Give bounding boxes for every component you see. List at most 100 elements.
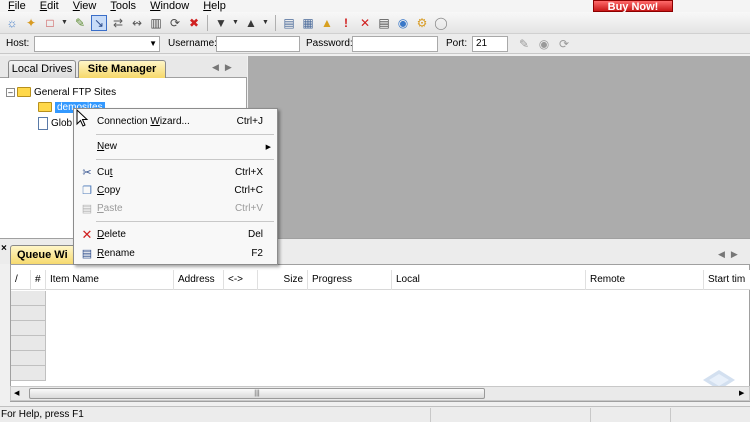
- upload-icon[interactable]: ▲: [243, 15, 259, 31]
- rename-icon: ▤: [81, 248, 93, 260]
- menu-item-new[interactable]: New ▶: [74, 137, 277, 156]
- download-icon[interactable]: ▼: [213, 15, 229, 31]
- host-field[interactable]: ▼: [34, 36, 160, 52]
- tab-nav-arrows[interactable]: ◀▶: [212, 62, 238, 73]
- tree-node-global[interactable]: Glob: [38, 116, 72, 130]
- shortcut-label: Ctrl+J: [236, 116, 263, 127]
- menu-item-rename[interactable]: ▤ Rename F2: [74, 244, 277, 263]
- tree-node-label: General FTP Sites: [34, 86, 117, 98]
- chevron-down-icon[interactable]: ▼: [149, 37, 157, 51]
- quick-connect-icon[interactable]: ✦: [23, 15, 39, 31]
- column-header[interactable]: <->: [224, 270, 258, 290]
- stop-icon[interactable]: ✖: [186, 15, 202, 31]
- folder-icon: [38, 102, 52, 112]
- menu-edit[interactable]: Edit: [32, 0, 65, 12]
- chevron-down-icon[interactable]: ▼: [232, 19, 240, 26]
- column-header[interactable]: Size: [258, 270, 308, 290]
- scissors-icon: ✂: [82, 167, 92, 179]
- scroll-right-icon[interactable]: ▶: [739, 387, 744, 400]
- shortcut-label: Del: [247, 229, 263, 240]
- menu-item-connection-wizard[interactable]: Connection Wizard... Ctrl+J: [74, 112, 277, 131]
- host-label: Host:: [6, 38, 30, 49]
- document-icon: [38, 116, 48, 130]
- log-icon[interactable]: ▤: [376, 15, 392, 31]
- menu-tools[interactable]: Tools: [102, 0, 142, 12]
- queue-list: / # Item Name Address <-> Size Progress …: [10, 264, 750, 402]
- status-bar: For Help, press F1: [0, 406, 750, 422]
- delete-x-icon: ✕: [81, 226, 93, 242]
- bin-icon[interactable]: ▥: [148, 15, 164, 31]
- edit-icon[interactable]: ✎: [72, 15, 88, 31]
- copy-icon: ❐: [82, 185, 92, 197]
- toolbar-separator: [207, 14, 208, 31]
- properties-icon[interactable]: ▤: [281, 15, 297, 31]
- column-header[interactable]: /: [11, 270, 31, 290]
- collapse-icon[interactable]: –: [6, 87, 15, 97]
- tree-node-general-ftp-sites[interactable]: – General FTP Sites: [6, 85, 116, 99]
- toolbar: ☼ ✦ □ ▼ ✎ ↘ ⇄ ↭ ▥ ⟳ ✖ ▼ ▼ ▲ ▼ ▤ ▦ ▲ ! ✕ …: [0, 12, 750, 34]
- tab-local-drives[interactable]: Local Drives: [8, 60, 76, 78]
- horizontal-scrollbar[interactable]: ◀ ||| ▶: [10, 386, 750, 401]
- submenu-arrow-icon: ▶: [265, 143, 271, 151]
- column-header[interactable]: Progress: [308, 270, 392, 290]
- tab-nav-arrows[interactable]: ◀▶: [718, 249, 744, 260]
- connect-icon[interactable]: ☼: [4, 15, 20, 31]
- schedule-icon[interactable]: ▦: [300, 15, 316, 31]
- menu-item-label: Cut: [97, 167, 113, 178]
- menu-window[interactable]: Window: [142, 0, 195, 12]
- column-header[interactable]: Start tim: [704, 270, 750, 290]
- menu-item-label: Connection Wizard...: [97, 116, 190, 127]
- compare-icon[interactable]: ↭: [129, 15, 145, 31]
- status-pane: [430, 408, 590, 422]
- close-icon[interactable]: ×: [1, 243, 7, 254]
- table-row: [11, 321, 46, 336]
- column-header[interactable]: #: [31, 270, 46, 290]
- folder-icon[interactable]: ▲: [319, 15, 335, 31]
- tab-site-manager[interactable]: Site Manager: [78, 60, 166, 78]
- new-icon[interactable]: □: [42, 15, 58, 31]
- column-header[interactable]: Item Name: [46, 270, 174, 290]
- menu-help[interactable]: Help: [195, 0, 232, 12]
- menu-item-cut[interactable]: ✂ Cut Ctrl+X: [74, 163, 277, 182]
- port-field[interactable]: 21: [472, 36, 508, 52]
- disconnect-icon[interactable]: ◉: [536, 36, 552, 52]
- reconnect-icon[interactable]: ⟳: [556, 36, 572, 52]
- pointer-icon[interactable]: ↘: [91, 14, 107, 31]
- context-menu: Connection Wizard... Ctrl+J New ▶ ✂ Cut …: [73, 108, 278, 265]
- shortcut-label: Ctrl+C: [234, 185, 263, 196]
- column-header[interactable]: Address: [174, 270, 224, 290]
- menu-item-paste[interactable]: ▤ Paste Ctrl+V: [74, 199, 277, 218]
- username-field[interactable]: [216, 36, 300, 52]
- menu-item-copy[interactable]: ❐ Copy Ctrl+C: [74, 181, 277, 200]
- refresh-icon[interactable]: ⟳: [167, 15, 183, 31]
- delete-icon[interactable]: ✕: [357, 15, 373, 31]
- column-header[interactable]: Remote: [586, 270, 704, 290]
- chevron-down-icon[interactable]: ▼: [61, 19, 69, 26]
- menu-file[interactable]: File: [0, 0, 32, 12]
- menu-item-delete[interactable]: ✕ Delete Del: [74, 225, 277, 244]
- status-pane: [670, 408, 750, 422]
- scrollbar-thumb[interactable]: |||: [29, 388, 485, 399]
- queue-icon[interactable]: ◉: [395, 15, 411, 31]
- main-workspace: [248, 56, 750, 238]
- table-row: [11, 351, 46, 366]
- sync-icon[interactable]: ⇄: [110, 15, 126, 31]
- toolbar-separator: [275, 14, 276, 31]
- connect-quick-icon[interactable]: ✎: [516, 36, 532, 52]
- chevron-down-icon[interactable]: ▼: [262, 19, 270, 26]
- menu-item-label: Copy: [97, 185, 121, 196]
- shield-icon[interactable]: ◯: [433, 15, 449, 31]
- menu-view[interactable]: View: [65, 0, 103, 12]
- shortcut-label: Ctrl+V: [234, 203, 263, 214]
- buy-now-button[interactable]: Buy Now!: [593, 0, 673, 13]
- quick-connect-bar: Host: ▼ Username: Password: Port: 21 ✎ ◉…: [0, 34, 750, 54]
- alert-icon[interactable]: !: [338, 15, 354, 31]
- table-row: [11, 306, 46, 321]
- mouse-cursor-icon: [76, 108, 90, 127]
- settings-icon[interactable]: ⚙: [414, 15, 430, 31]
- username-label: Username:: [168, 38, 217, 49]
- column-header[interactable]: Local: [392, 270, 586, 290]
- menu-item-label: Rename: [97, 248, 135, 259]
- password-field[interactable]: [352, 36, 438, 52]
- scroll-left-icon[interactable]: ◀: [14, 387, 19, 400]
